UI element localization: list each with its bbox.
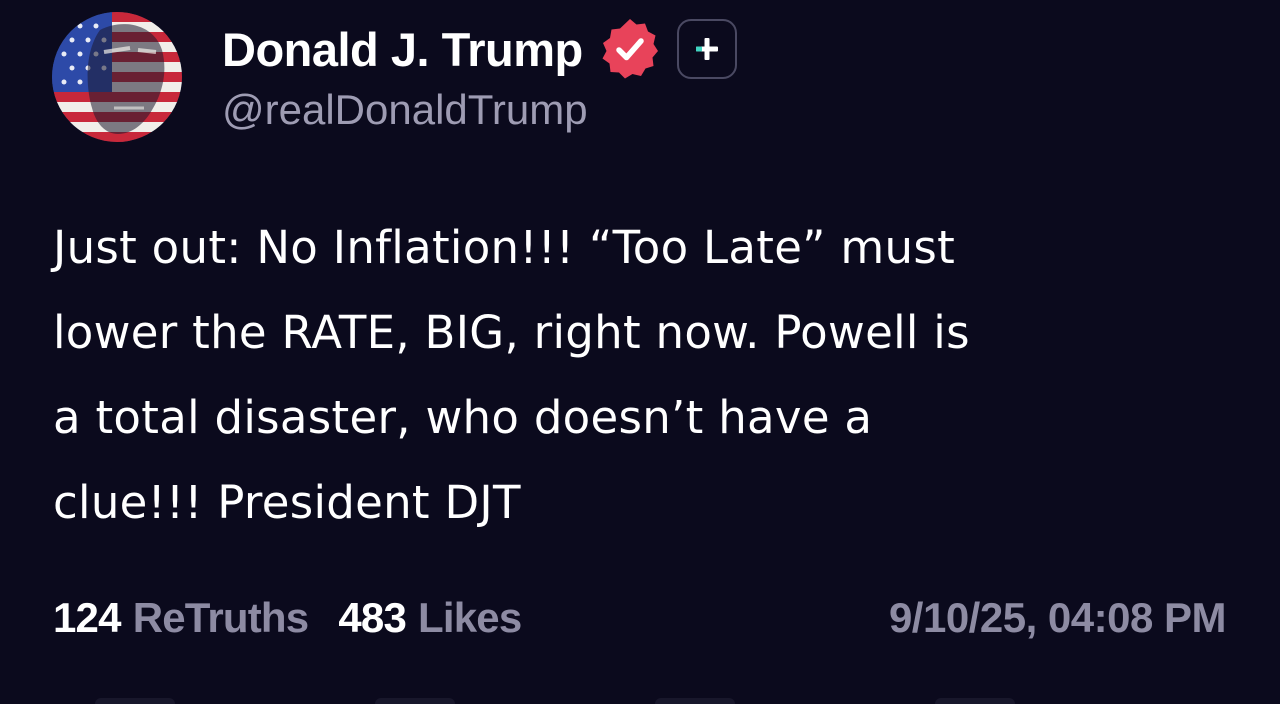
verified-badge-icon (602, 19, 658, 79)
author-name-row: Donald J. Trump (222, 18, 737, 80)
plus-icon (695, 38, 718, 60)
retruths-label: ReTruths (132, 594, 309, 641)
retruths-stat[interactable]: 124 ReTruths (53, 594, 309, 642)
retruths-count: 124 (53, 594, 121, 641)
likes-stat[interactable]: 483 Likes (338, 594, 522, 642)
post-body-line: a total disaster, who doesn’t have a (53, 391, 873, 444)
author-display-name[interactable]: Donald J. Trump (222, 22, 583, 77)
truth-post: Donald J. Trump @realDonaldTrump Just ou… (0, 0, 1280, 704)
post-body-line: lower the RATE, BIG, right now. Powell i… (53, 306, 970, 359)
post-body: Just out: No Inflation!!! “Too Late” mus… (53, 205, 1243, 545)
follow-button[interactable] (676, 19, 737, 79)
action-bar-edge (0, 696, 1280, 704)
post-header: Donald J. Trump @realDonaldTrump (52, 12, 1232, 147)
action-bar-shape (655, 698, 735, 704)
action-bar-shape (935, 698, 1015, 704)
action-bar-shape (95, 698, 175, 704)
action-bar-shape (375, 698, 455, 704)
avatar-image (52, 12, 182, 142)
post-timestamp[interactable]: 9/10/25, 04:08 PM (889, 594, 1227, 642)
likes-count: 483 (338, 594, 407, 641)
post-stats: 124 ReTruths 483 Likes (53, 594, 522, 642)
likes-label: Likes (418, 594, 522, 641)
avatar[interactable] (52, 12, 182, 142)
author-handle[interactable]: @realDonaldTrump (222, 86, 588, 134)
post-body-line: Just out: No Inflation!!! “Too Late” mus… (53, 221, 956, 274)
post-body-line: clue!!! President DJT (53, 476, 521, 529)
